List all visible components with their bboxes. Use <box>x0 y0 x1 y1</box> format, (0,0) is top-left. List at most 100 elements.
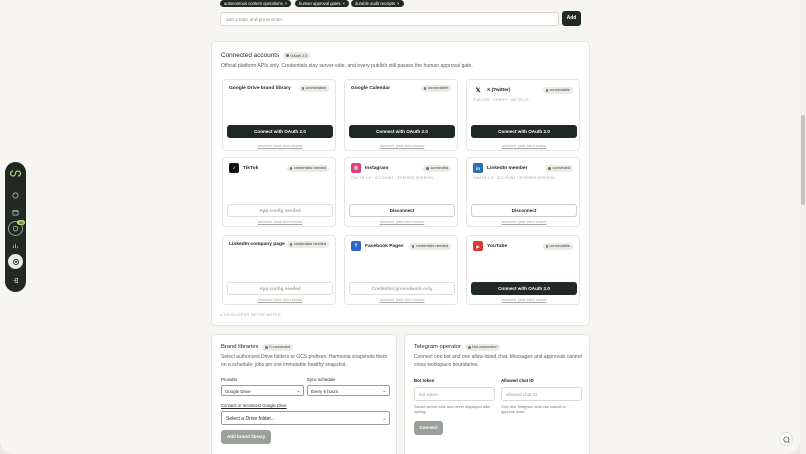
add-topic-button[interactable]: Add <box>562 11 581 26</box>
account-name: LinkedIn member <box>487 166 528 171</box>
connect-oauth-button[interactable]: Connect with OAuth 2.0 <box>349 125 455 138</box>
advanced-paste-token-link[interactable]: advanced: paste token instead <box>345 298 459 302</box>
advanced-paste-token-link[interactable]: advanced: paste token instead <box>223 220 337 224</box>
account-name: Facebook Pages <box>365 244 404 249</box>
status-badge: credentials needed <box>286 165 329 172</box>
app-frame: autonomous content operations × human app… <box>0 0 800 454</box>
account-meta: PUBLISH · VERIFY · METRICS <box>473 98 529 102</box>
disconnect-button[interactable]: Disconnect <box>471 204 577 217</box>
remove-chip-icon[interactable]: × <box>397 1 399 6</box>
status-badge: connectable <box>420 85 451 92</box>
telegram-operator-card: Telegram operator Not connected Connect … <box>404 334 590 454</box>
connect-oauth-button[interactable]: Connect with OAuth 2.0 <box>227 125 333 138</box>
status-badge: connected <box>545 165 573 172</box>
chat-id-help: Only this Telegram chat can submit or ap… <box>501 404 567 415</box>
chevron-down-icon: ⌄ <box>382 388 386 393</box>
connect-oauth-button[interactable]: Connect with OAuth 2.0 <box>471 125 577 138</box>
status-badge: connectable <box>298 85 329 92</box>
connected-accounts-title: Connected accounts <box>221 52 280 59</box>
add-brand-library-button[interactable]: Add brand library <box>221 430 271 444</box>
status-badge: connectable <box>542 243 573 250</box>
logout-nav-icon[interactable] <box>8 273 23 288</box>
account-card-tiktok: ♪ TikTok credentials needed App config n… <box>222 157 336 227</box>
sync-schedule-select[interactable]: Every 6 hours ⌄ <box>307 385 390 396</box>
remove-chip-icon[interactable]: × <box>285 1 287 6</box>
telegram-connect-button[interactable]: Connect <box>414 421 443 435</box>
disconnect-button[interactable]: Disconnect <box>349 204 455 217</box>
advanced-paste-token-link[interactable]: advanced: paste token instead <box>223 144 337 148</box>
account-meta: OAUTH 2.0 · ACCOUNT · EXPIRED SESSION <box>473 176 556 180</box>
scrollbar-thumb[interactable] <box>801 115 805 205</box>
provider-label: Provider <box>221 377 238 382</box>
telegram-title: Telegram operator <box>414 344 462 351</box>
account-card-facebook-pages: f Facebook Pages credentials needed Cred… <box>344 235 458 305</box>
analytics-nav-icon[interactable] <box>8 238 23 253</box>
chat-id-input[interactable]: allowed chat ID <box>501 387 582 401</box>
telegram-description: Connect one bot and one allow-listed cha… <box>414 354 582 368</box>
remove-chip-icon[interactable]: × <box>342 1 344 6</box>
linkedin-logo-icon: in <box>473 163 483 173</box>
sync-schedule-label: Sync schedule <box>307 377 336 382</box>
scrollbar[interactable] <box>800 0 806 454</box>
developer-setup-notes-toggle[interactable]: ▸ DEVELOPER SETUP NOTES <box>220 312 281 317</box>
status-badge: connectable <box>542 87 573 94</box>
drive-folder-select[interactable]: Select a Drive folder... ⌄ <box>221 411 390 425</box>
connect-google-drive-link[interactable]: Connect or reconnect Google Drive <box>221 403 287 408</box>
account-card-google-calendar: Google Calendar connectable Connect with… <box>344 79 458 151</box>
status-badge: connected <box>423 165 451 172</box>
account-card-linkedin-company: LinkedIn company page credentials needed… <box>222 235 336 305</box>
account-name: Google Calendar <box>351 86 391 91</box>
support-chat-button[interactable] <box>779 432 793 446</box>
topic-input[interactable]: add a topic and press Enter <box>220 12 559 26</box>
topic-chip[interactable]: durable audit receipts × <box>351 0 404 7</box>
topic-chip[interactable]: human approval gates × <box>295 0 349 7</box>
chat-id-label: Allowed chat ID <box>501 378 534 383</box>
facebook-logo-icon: f <box>351 241 361 251</box>
advanced-paste-token-link[interactable]: advanced: paste token instead <box>345 220 459 224</box>
calendar-nav-icon[interactable] <box>8 205 23 220</box>
bot-token-input[interactable]: bot token <box>414 387 495 401</box>
status-badge: credentials needed <box>408 243 451 250</box>
account-card-youtube: ▶ YouTube connectable Connect with OAuth… <box>466 235 580 305</box>
brand-connected-badge: 0 connected <box>262 344 294 351</box>
account-card-linkedin-member: in LinkedIn member connected OAUTH 2.0 ·… <box>466 157 580 227</box>
bot-token-help: Stored server-side and never displayed a… <box>414 404 491 415</box>
app-config-needed-button[interactable]: App config needed <box>227 204 333 217</box>
account-name: Instagram <box>365 166 389 171</box>
chip-label: durable audit receipts <box>355 1 396 7</box>
tiktok-logo-icon: ♪ <box>229 163 239 173</box>
account-name: TikTok <box>243 166 259 171</box>
account-name: X (Twitter) <box>487 88 511 93</box>
account-name: Google Drive brand library <box>229 86 291 91</box>
chevron-down-icon: ⌄ <box>296 388 300 393</box>
settings-nav-icon[interactable] <box>8 254 23 269</box>
connected-accounts-description: Official platform APIs only. Credentials… <box>221 63 473 69</box>
account-name: LinkedIn company page <box>229 242 285 247</box>
account-name: YouTube <box>487 244 508 249</box>
account-card-x-twitter: 𝕏 X (Twitter) connectable PUBLISH · VERI… <box>466 79 580 151</box>
app-config-needed-button[interactable]: App config needed <box>227 282 333 295</box>
status-badge: credentials needed <box>286 241 329 248</box>
advanced-paste-token-link[interactable]: advanced: paste token instead <box>467 220 581 224</box>
app-logo-icon[interactable] <box>8 166 23 181</box>
chat-bubble-icon <box>783 436 790 443</box>
brand-libraries-card: Brand libraries 0 connected Select autho… <box>211 334 397 454</box>
chip-label: human approval gates <box>299 1 341 7</box>
chat-nav-icon[interactable] <box>8 188 23 203</box>
chevron-down-icon: ⌄ <box>382 415 386 421</box>
advanced-paste-token-link[interactable]: advanced: paste token instead <box>467 144 581 148</box>
provider-select[interactable]: Google Drive ⌄ <box>221 385 304 396</box>
advanced-paste-token-link[interactable]: advanced: paste token instead <box>345 144 459 148</box>
x-logo-icon: 𝕏 <box>473 85 483 95</box>
chip-label: autonomous content operations <box>224 1 283 7</box>
connected-accounts-card: Connected accounts OAuth 2.0 Official pl… <box>211 41 590 326</box>
youtube-logo-icon: ▶ <box>473 241 483 251</box>
telegram-status-badge: Not connected <box>465 344 500 351</box>
bot-token-label: Bot token <box>414 378 435 383</box>
topic-chip[interactable]: autonomous content operations × <box>220 0 292 7</box>
approvals-count-badge: 10 <box>17 220 26 225</box>
credential-groundwork-button[interactable]: Credential groundwork only <box>349 282 455 295</box>
connect-oauth-button[interactable]: Connect with OAuth 2.0 <box>471 282 577 295</box>
advanced-paste-token-link[interactable]: advanced: paste token instead <box>223 298 337 302</box>
advanced-paste-token-link[interactable]: advanced: paste token instead <box>467 298 581 302</box>
